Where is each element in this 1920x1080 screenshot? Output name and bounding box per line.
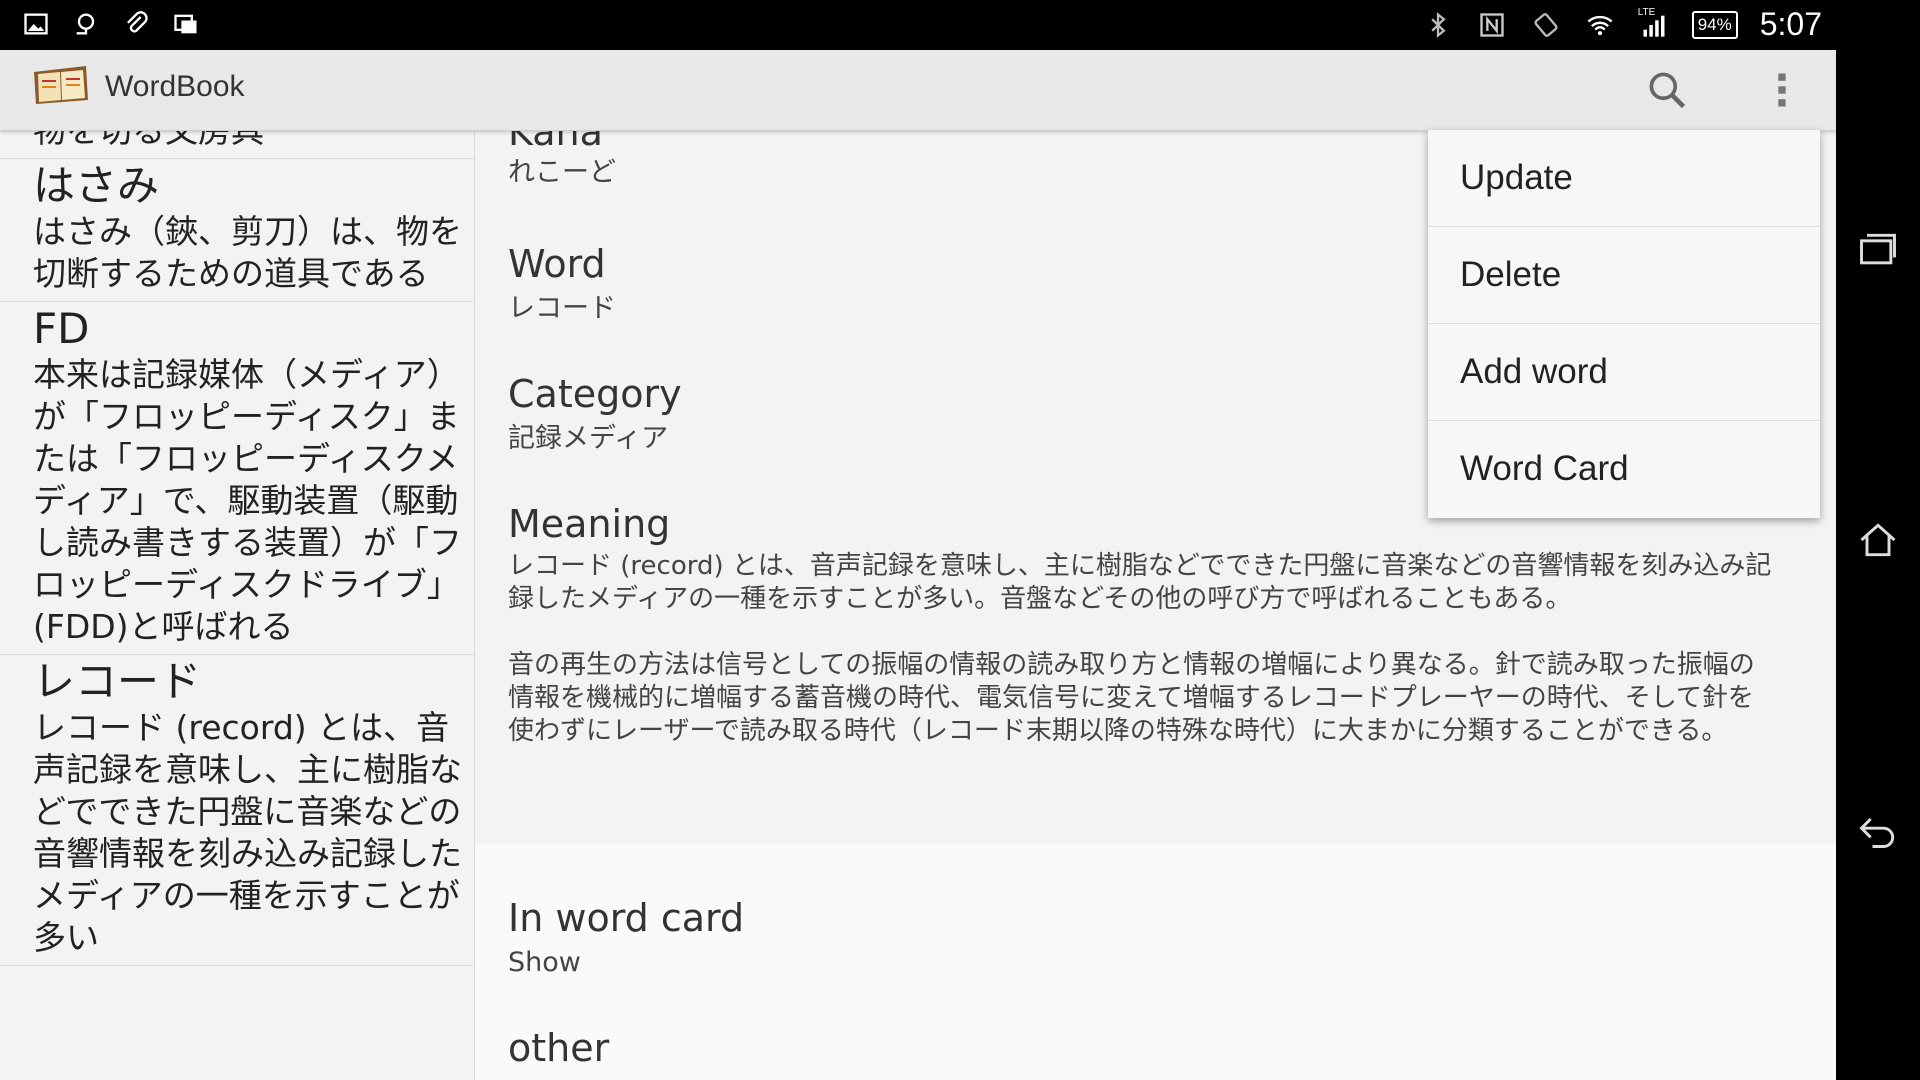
category-field: Category 記録メディア	[508, 372, 682, 456]
search-icon[interactable]	[1645, 68, 1689, 112]
menu-item-word-card[interactable]: Word Card	[1428, 421, 1820, 517]
word-label: Word	[508, 242, 606, 286]
kana-value: れこーど	[508, 157, 616, 188]
bluetooth-icon	[1422, 9, 1454, 41]
nfc-icon	[1476, 9, 1508, 41]
battery-level: 94%	[1697, 14, 1732, 34]
list-item-meaning: 物を切る文房具	[33, 130, 264, 150]
overflow-menu: Update Delete Add word Word Card	[1428, 130, 1820, 518]
wifi-icon	[1584, 9, 1616, 41]
recent-apps-icon[interactable]	[1854, 226, 1902, 274]
sync-icon	[70, 8, 102, 40]
lte-label: LTE	[1637, 6, 1656, 18]
other-label: other	[508, 1026, 610, 1070]
app-logo-icon[interactable]	[30, 62, 92, 108]
system-status-icons: LTE 94% 5:07	[1422, 6, 1822, 43]
list-item[interactable]: FD 本来は記録媒体（メディア）が「フロッピーディスク」または「フロッピーディス…	[0, 304, 474, 655]
back-icon[interactable]	[1854, 806, 1902, 854]
clock: 5:07	[1759, 6, 1822, 42]
gallery-icon	[170, 8, 202, 40]
battery-indicator: 94%	[1691, 10, 1738, 39]
category-label: Category	[508, 372, 682, 416]
word-list[interactable]: 物を切る文房具 はさみ はさみ（鋏、剪刀）は、物を切断するための道具である FD…	[0, 130, 475, 1080]
wordcard-field: In word card Show	[508, 896, 744, 980]
list-item-word: はさみ	[33, 161, 160, 210]
menu-item-add-word[interactable]: Add word	[1428, 324, 1820, 421]
menu-item-update[interactable]: Update	[1428, 130, 1820, 227]
kana-field: Kana れこーど	[508, 130, 616, 190]
list-item-word: レコード	[33, 657, 202, 706]
list-item[interactable]: 物を切る文房具	[0, 130, 474, 159]
overflow-menu-icon[interactable]	[1760, 68, 1804, 112]
action-bar: WordBook	[0, 50, 1836, 131]
list-item[interactable]: レコード レコード (record) とは、音声記録を意味し、主に樹脂などででき…	[0, 657, 474, 966]
list-item-word: FD	[33, 304, 90, 353]
wordcard-label: In word card	[508, 896, 745, 940]
word-value: レコード	[508, 293, 616, 324]
kana-label: Kana	[508, 130, 603, 154]
meaning-field: Meaning レコード (record) とは、音声記録を意味し、主に樹脂など…	[508, 502, 1778, 748]
image-icon	[20, 8, 52, 40]
rotation-icon	[1530, 9, 1562, 41]
app-title: WordBook	[105, 70, 245, 103]
list-item-meaning: レコード (record) とは、音声記録を意味し、主に樹脂などでできた円盤に音…	[33, 708, 462, 957]
navigation-bar	[1836, 0, 1920, 1080]
notification-icons	[20, 8, 202, 40]
word-field: Word レコード	[508, 242, 616, 326]
category-value: 記録メディア	[508, 423, 669, 454]
other-field: other	[508, 1026, 609, 1070]
home-icon[interactable]	[1854, 516, 1902, 564]
menu-item-delete[interactable]: Delete	[1428, 227, 1820, 324]
meaning-value: レコード (record) とは、音声記録を意味し、主に樹脂などでできた円盤に音…	[508, 551, 1772, 746]
signal-icon: LTE	[1637, 6, 1670, 41]
list-item-meaning: 本来は記録媒体（メディア）が「フロッピーディスク」または「フロッピーディスクメデ…	[33, 355, 462, 646]
list-item-meaning: はさみ（鋏、剪刀）は、物を切断するための道具である	[33, 212, 462, 293]
wordcard-value: Show	[508, 947, 581, 978]
attachment-icon	[120, 8, 152, 40]
list-item[interactable]: はさみ はさみ（鋏、剪刀）は、物を切断するための道具である	[0, 161, 474, 302]
status-bar: LTE 94% 5:07	[0, 0, 1836, 50]
